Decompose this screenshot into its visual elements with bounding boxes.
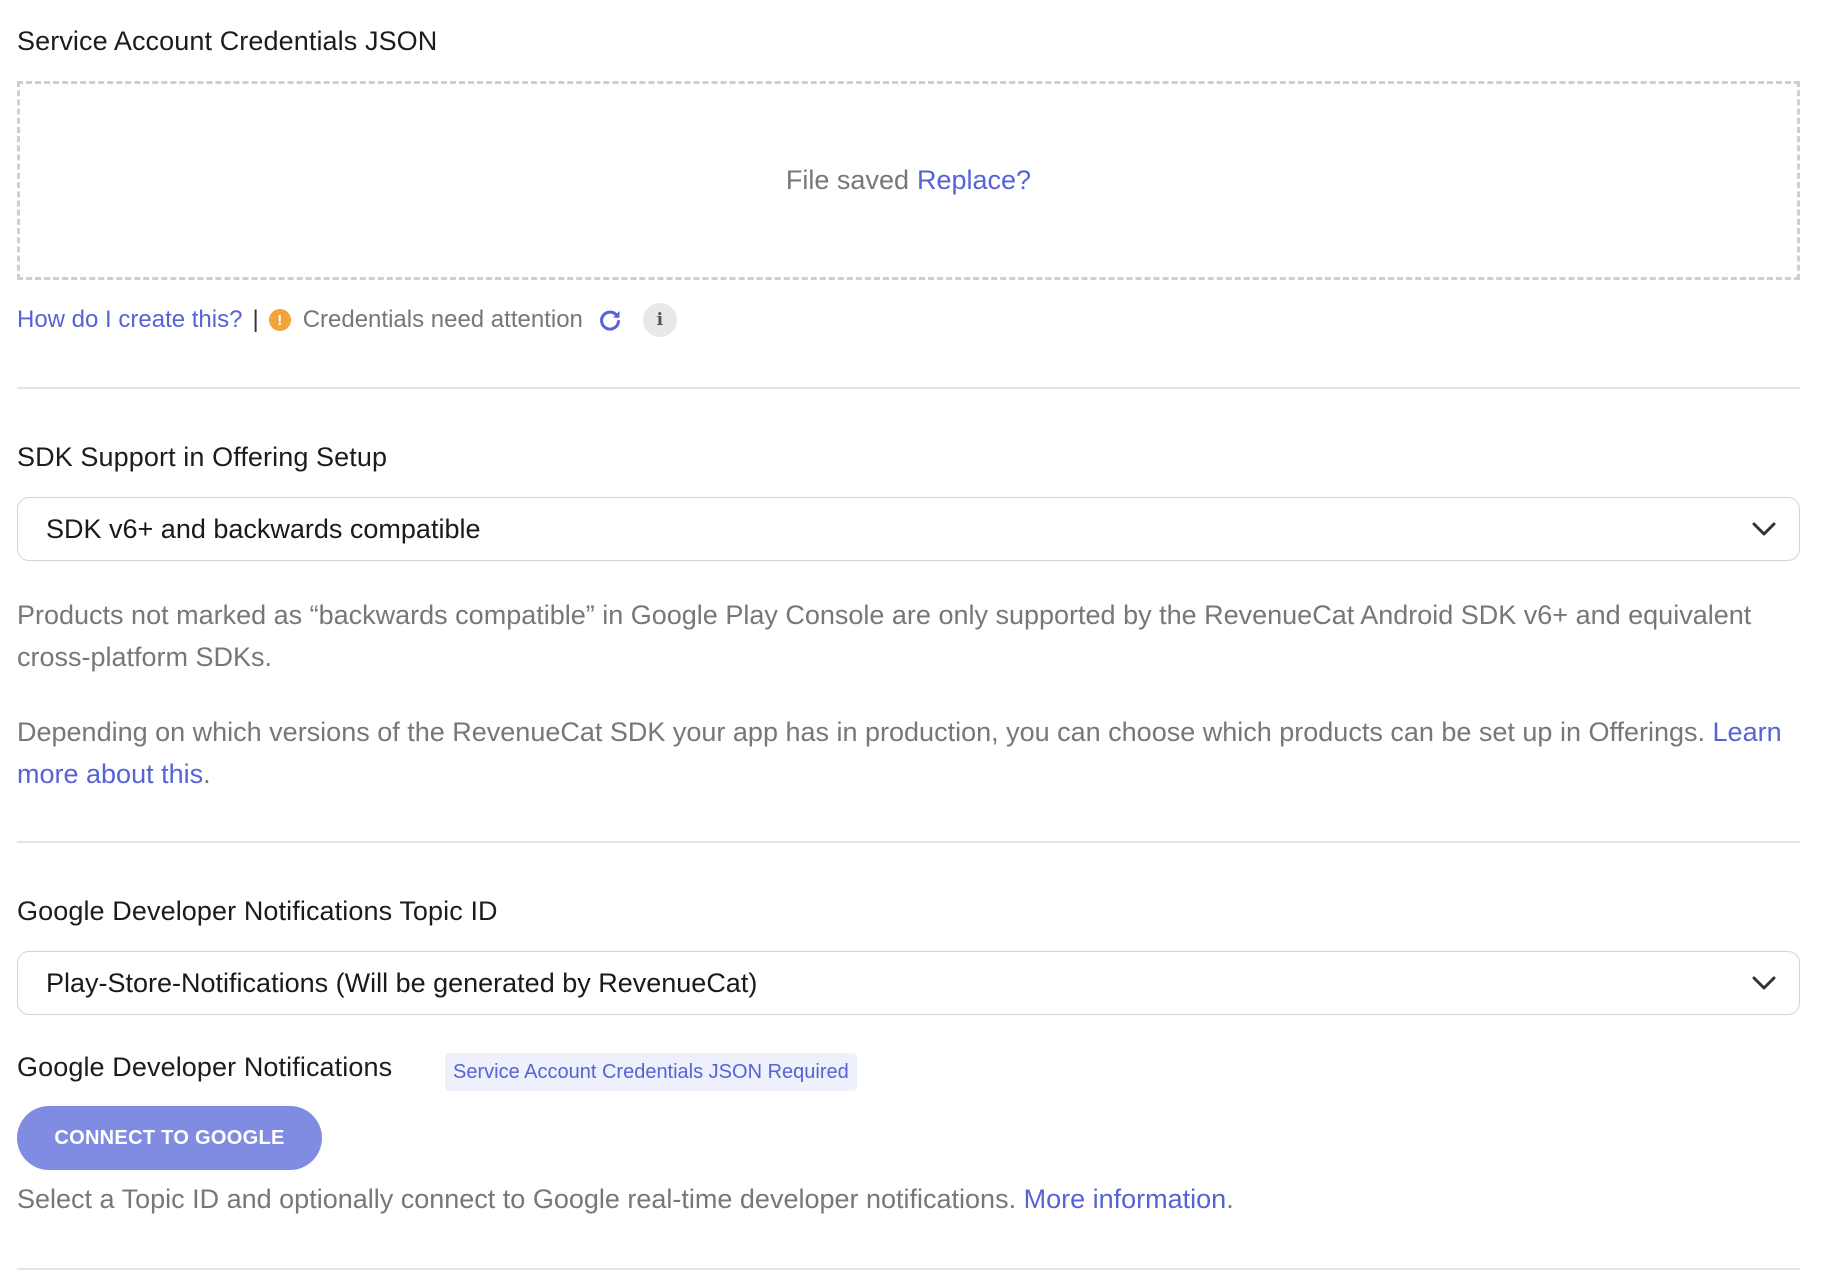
credentials-status-text: Credentials need attention bbox=[302, 306, 583, 333]
chevron-down-icon bbox=[1752, 522, 1776, 536]
sdk-support-label: SDK Support in Offering Setup bbox=[17, 442, 388, 472]
section-divider bbox=[17, 387, 1800, 389]
developer-notifications-description: Select a Topic ID and optionally connect… bbox=[17, 1178, 1797, 1220]
topic-id-selected-value: Play-Store-Notifications (Will be genera… bbox=[46, 967, 758, 998]
sdk-support-description: Products not marked as “backwards compat… bbox=[17, 600, 1752, 672]
chevron-down-icon bbox=[1752, 976, 1776, 990]
sdk-support-selected-value: SDK v6+ and backwards compatible bbox=[46, 513, 481, 544]
warning-icon: ! bbox=[268, 309, 291, 331]
separator: | bbox=[252, 306, 259, 333]
sdk-support-select[interactable]: SDK v6+ and backwards compatible bbox=[17, 497, 1800, 561]
requirement-badge: Service Account Credentials JSON Require… bbox=[445, 1053, 857, 1091]
credentials-helper-row: How do I create this? | ! Credentials ne… bbox=[17, 302, 677, 338]
connect-to-google-button[interactable]: CONNECT TO GOOGLE bbox=[17, 1106, 322, 1170]
credentials-label: Service Account Credentials JSON bbox=[17, 26, 438, 56]
topic-id-select[interactable]: Play-Store-Notifications (Will be genera… bbox=[17, 951, 1800, 1015]
section-divider bbox=[17, 841, 1800, 843]
info-icon[interactable]: i bbox=[642, 303, 677, 337]
section-divider bbox=[17, 1268, 1800, 1270]
sdk-support-note-end: . bbox=[203, 759, 211, 789]
refresh-icon[interactable] bbox=[597, 307, 623, 333]
help-link[interactable]: How do I create this? bbox=[17, 306, 242, 334]
credentials-dropzone[interactable]: File saved Replace? bbox=[17, 81, 1800, 280]
more-information-link[interactable]: More information bbox=[1024, 1184, 1227, 1214]
file-status-text: File saved bbox=[785, 165, 909, 195]
topic-id-label: Google Developer Notifications Topic ID bbox=[17, 896, 498, 926]
developer-notifications-label: Google Developer Notifications bbox=[17, 1052, 393, 1082]
sdk-support-note-text: Depending on which versions of the Reven… bbox=[17, 717, 1706, 747]
developer-notifications-text: Select a Topic ID and optionally connect… bbox=[17, 1184, 1017, 1214]
sdk-support-note: Depending on which versions of the Reven… bbox=[17, 711, 1797, 795]
integration-settings-page: Service Account Credentials JSON File sa… bbox=[0, 0, 1822, 1274]
replace-link[interactable]: Replace? bbox=[917, 165, 1031, 196]
developer-notifications-end: . bbox=[1226, 1184, 1234, 1214]
